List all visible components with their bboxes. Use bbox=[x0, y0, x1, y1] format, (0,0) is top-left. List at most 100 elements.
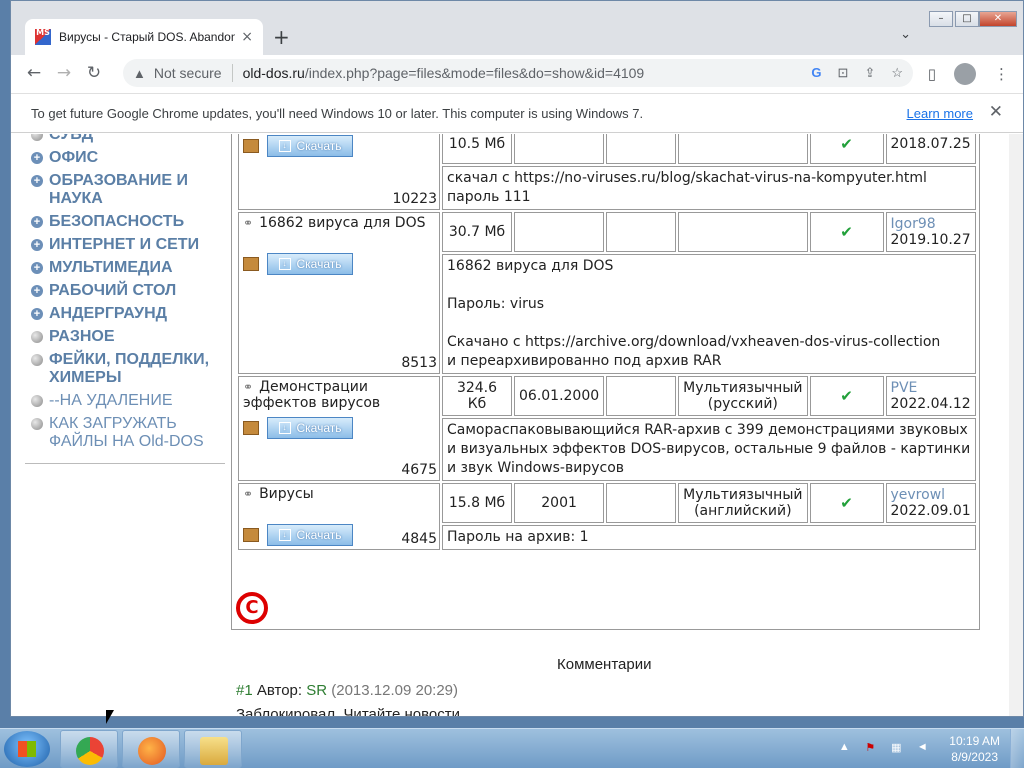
show-desktop-button[interactable] bbox=[1010, 729, 1024, 768]
sidebar-category-label: СУБД bbox=[49, 134, 94, 143]
action-center-icon[interactable]: ⚑ bbox=[861, 741, 879, 757]
file-row: ⚭ Демонстрации эффектов вирусов ↓ Скачать 46… bbox=[238, 376, 976, 481]
download-button[interactable]: ↓ Скачать bbox=[267, 417, 353, 439]
taskbar-chrome[interactable] bbox=[60, 730, 118, 768]
sidebar-category[interactable]: + ИНТЕРНЕТ И СЕТИ bbox=[25, 236, 231, 254]
file-name-cell: ↓ Скачать 10223 bbox=[238, 134, 440, 210]
file-platform bbox=[606, 483, 677, 523]
tab-strip: MS Вирусы - Старый DOS. Abandon × + ⌄ – … bbox=[11, 1, 1023, 55]
tab-active[interactable]: MS Вирусы - Старый DOS. Abandon × bbox=[25, 19, 263, 55]
comments-heading: Комментарии bbox=[557, 656, 652, 673]
uploader-link[interactable]: PVE bbox=[891, 380, 971, 396]
download-count: 8513 bbox=[401, 355, 437, 371]
file-year: 2001 bbox=[514, 483, 605, 523]
comment-author-label: Автор: bbox=[256, 682, 303, 699]
comment-author-link[interactable]: SR bbox=[306, 682, 327, 699]
sidebar-category[interactable]: СУБД bbox=[25, 134, 231, 144]
tray-expand-icon[interactable]: ▲ bbox=[835, 741, 853, 757]
warning-icon[interactable]: ▲ bbox=[133, 66, 146, 81]
side-panel-icon[interactable]: ▯ bbox=[928, 65, 936, 83]
download-count: 4675 bbox=[401, 462, 437, 478]
archive-box-icon bbox=[243, 139, 259, 153]
sidebar-divider bbox=[25, 463, 225, 464]
checkmark-icon: ✔ bbox=[840, 494, 853, 512]
volume-muted-icon[interactable]: ◄ bbox=[913, 741, 931, 757]
menu-icon[interactable]: ⋮ bbox=[994, 65, 1009, 83]
expand-plus-icon: + bbox=[31, 175, 43, 187]
download-button[interactable]: ↓ Скачать bbox=[267, 524, 353, 546]
file-size: 324.6 Кб bbox=[442, 376, 512, 416]
sidebar-category-label: ИНТЕРНЕТ И СЕТИ bbox=[49, 236, 200, 253]
sidebar-category[interactable]: --НА УДАЛЕНИЕ bbox=[25, 392, 231, 410]
file-description: скачал с https://no-viruses.ru/blog/skac… bbox=[442, 166, 976, 210]
sidebar-category[interactable]: + ОБРАЗОВАНИЕ И НАУКА bbox=[25, 172, 231, 208]
file-title[interactable]: Вирусы bbox=[259, 486, 314, 502]
sidebar-category-label: РАЗНОЕ bbox=[49, 328, 115, 345]
browser-toolbar: ← → ↻ ▲ Not secure old-dos.ru/index.php?… bbox=[11, 55, 1023, 91]
url-path: /index.php?page=files&mode=files&do=show… bbox=[304, 65, 645, 81]
bullet-icon bbox=[31, 134, 43, 141]
tab-close-icon[interactable]: × bbox=[241, 29, 253, 45]
download-row: ↓ Скачать bbox=[243, 253, 435, 275]
sidebar-category[interactable]: КАК ЗАГРУЖАТЬ ФАЙЛЫ НА Old-DOS bbox=[25, 415, 231, 451]
network-icon[interactable]: ▦ bbox=[887, 741, 905, 757]
sidebar-category[interactable]: ФЕЙКИ, ПОДДЕЛКИ, ХИМЕРЫ bbox=[25, 351, 231, 387]
comment-number-link[interactable]: #1 bbox=[236, 682, 253, 699]
translate-icon[interactable]: ⊡ bbox=[838, 65, 849, 81]
address-divider bbox=[231, 64, 233, 82]
profile-avatar-icon[interactable] bbox=[954, 63, 976, 85]
file-name-cell: ⚭ 16862 вируса для DOS ↓ Скачать 8513 bbox=[238, 212, 440, 374]
sidebar-category[interactable]: РАЗНОЕ bbox=[25, 328, 231, 346]
tab-title: Вирусы - Старый DOS. Abandon bbox=[59, 30, 236, 44]
infobar-close-icon[interactable]: ✕ bbox=[989, 102, 1003, 122]
download-button[interactable]: ↓ Скачать bbox=[267, 135, 353, 157]
category-sidebar: СУБД + ОФИС + ОБРАЗОВАНИЕ И НАУКА + БЕЗОПАСНОС… bbox=[25, 134, 231, 464]
taskbar-firefox[interactable] bbox=[122, 730, 180, 768]
upload-date: 2022.09.01 bbox=[890, 503, 971, 519]
bookmark-star-icon[interactable]: ☆ bbox=[891, 65, 903, 81]
upload-date: 2018.07.25 bbox=[890, 136, 971, 152]
file-title[interactable]: Демонстрации эффектов вирусов bbox=[243, 379, 380, 411]
taskbar-explorer[interactable] bbox=[184, 730, 242, 768]
archive-box-icon bbox=[243, 421, 259, 435]
checkmark-icon: ✔ bbox=[840, 223, 853, 241]
sidebar-category[interactable]: + БЕЗОПАСНОСТЬ bbox=[25, 213, 231, 231]
page-scrollbar[interactable] bbox=[1009, 134, 1023, 716]
download-label: Скачать bbox=[296, 139, 342, 153]
page-content: СУБД + ОФИС + ОБРАЗОВАНИЕ И НАУКА + БЕЗОПАСНОС… bbox=[11, 134, 1023, 716]
sidebar-category[interactable]: + РАБОЧИЙ СТОЛ bbox=[25, 282, 231, 300]
files-table: ↓ Скачать 10223 10.5 Мб ✔ 2018.07.25 скачал с … bbox=[236, 134, 978, 552]
sidebar-category-label: --НА УДАЛЕНИЕ bbox=[49, 392, 173, 409]
link-icon: ⚭ bbox=[243, 487, 254, 501]
google-icon[interactable]: G bbox=[811, 65, 821, 81]
share-icon[interactable]: ⇪ bbox=[864, 65, 875, 81]
sidebar-category[interactable]: + МУЛЬТИМЕДИА bbox=[25, 259, 231, 277]
bullet-icon bbox=[31, 418, 43, 430]
sidebar-category[interactable]: + АНДЕРГРАУНД bbox=[25, 305, 231, 323]
not-secure-label[interactable]: Not secure bbox=[154, 65, 222, 81]
file-size: 15.8 Мб bbox=[442, 483, 512, 523]
close-window-button[interactable]: ✕ bbox=[979, 11, 1017, 27]
file-title[interactable]: 16862 вируса для DOS bbox=[259, 215, 425, 231]
reload-icon[interactable]: ↻ bbox=[79, 63, 109, 83]
download-count: 4845 bbox=[401, 531, 437, 547]
forward-icon[interactable]: → bbox=[49, 63, 79, 83]
back-icon[interactable]: ← bbox=[19, 63, 49, 83]
uploader-link[interactable]: yevrowl bbox=[891, 487, 971, 503]
learn-more-link[interactable]: Learn more bbox=[907, 106, 973, 121]
file-platform bbox=[606, 212, 677, 252]
file-language bbox=[678, 212, 808, 252]
new-tab-button[interactable]: + bbox=[273, 25, 290, 49]
download-icon: ↓ bbox=[278, 529, 291, 541]
verified-cell: ✔ bbox=[809, 212, 884, 252]
minimize-button[interactable]: – bbox=[929, 11, 953, 27]
download-button[interactable]: ↓ Скачать bbox=[267, 253, 353, 275]
start-button[interactable] bbox=[4, 731, 50, 767]
address-bar[interactable]: ▲ Not secure old-dos.ru/index.php?page=f… bbox=[123, 59, 913, 87]
download-count: 10223 bbox=[392, 191, 437, 207]
uploader-link[interactable]: Igor98 bbox=[891, 216, 971, 232]
sidebar-category[interactable]: + ОФИС bbox=[25, 149, 231, 167]
maximize-button[interactable]: □ bbox=[955, 11, 979, 27]
tab-search-icon[interactable]: ⌄ bbox=[900, 27, 911, 42]
clock[interactable]: 10:19 AM 8/9/2023 bbox=[949, 733, 1000, 765]
